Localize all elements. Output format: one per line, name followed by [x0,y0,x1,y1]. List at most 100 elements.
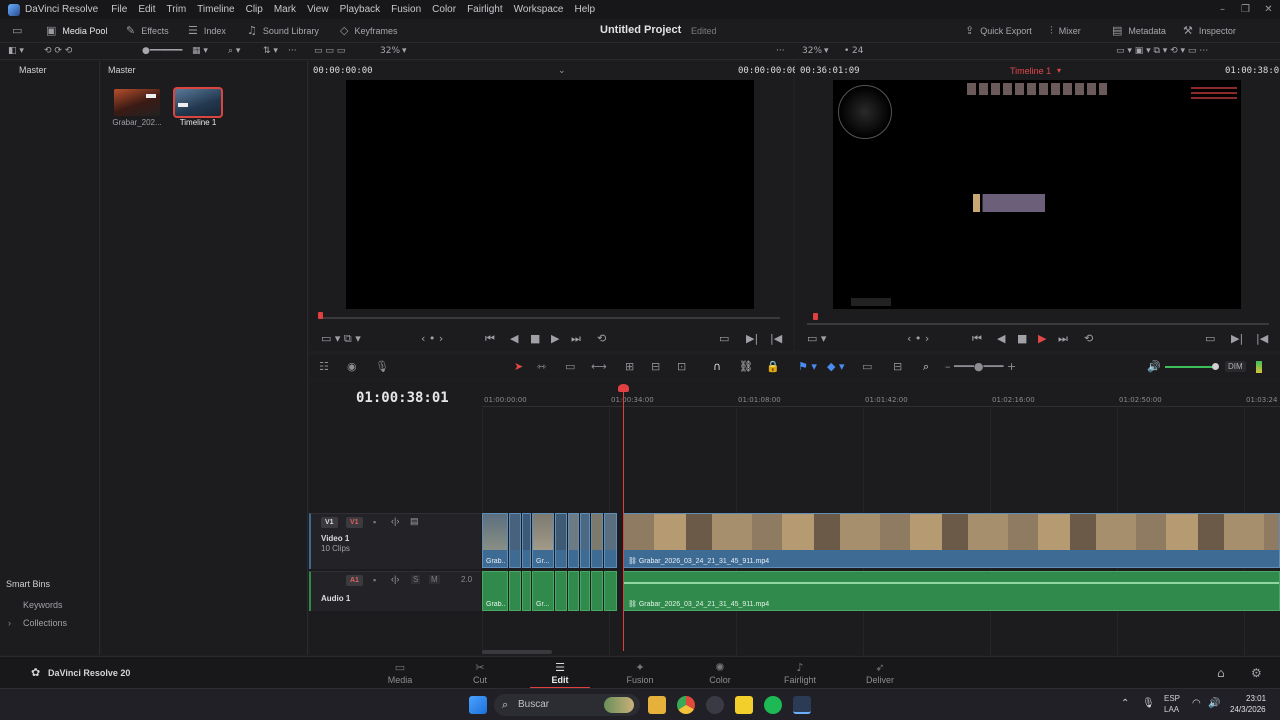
sync-icon[interactable]: ⟲ ⟳ ⟲ [44,46,72,56]
timeline-playhead[interactable] [618,384,629,651]
video-clip[interactable]: Gr... [532,513,554,568]
audio-clip[interactable] [604,571,617,611]
audio-clip-main[interactable]: ⛓ Grabar_2026_03_24_21_31_45_911.mp4 [623,571,1280,611]
wifi-icon[interactable]: ◠ [1192,698,1201,709]
timeline-scrubber[interactable] [807,323,1269,325]
next-edit-icon[interactable]: ▶| [746,332,758,345]
timeline-view-options-icon[interactable]: ☷ [319,360,329,373]
keyframes-button[interactable]: ◇ Keyframes [340,24,397,37]
chrome-icon[interactable] [677,696,695,714]
next-edit-icon[interactable]: ▶| [1231,332,1243,345]
overwrite-clip-icon[interactable]: ⊟ [651,360,660,373]
view-options-icon[interactable]: ▭ ▾ [807,332,826,345]
replace-clip-icon[interactable]: ⊡ [677,360,686,373]
page-edit[interactable]: ☰ Edit [530,661,590,689]
zoom-detail-icon[interactable]: ⊟ [893,360,902,373]
language-bottom[interactable]: LAA [1164,705,1179,714]
menu-timeline[interactable]: Timeline [197,4,234,15]
play-icon[interactable]: ▶ [1038,332,1046,345]
taskbar-search[interactable]: ⌕ Buscar [494,694,640,716]
viewer-mode-icon[interactable]: ▭ ▭ ▭ [314,46,345,56]
auto-select-icon[interactable]: ‹|› [391,574,399,584]
source-playhead-marker[interactable] [318,312,323,319]
microphone-icon[interactable]: 🎙 [1142,698,1155,709]
source-zoom[interactable]: 32% [380,46,400,56]
video-clip[interactable] [580,513,590,568]
more-icon[interactable]: ··· [776,46,785,56]
chevron-down-icon[interactable]: ▾ [1057,66,1061,75]
stop-icon[interactable]: ■ [530,332,540,345]
metadata-button[interactable]: ▤ Metadata [1112,24,1166,37]
audio-clip[interactable] [591,571,603,611]
video-clip[interactable] [604,513,617,568]
settings-gear-icon[interactable]: ⚙ [1251,666,1262,680]
workspace-toggle-button[interactable]: ▭ [12,24,28,37]
chevron-down-icon[interactable]: ▾ [824,46,829,56]
volume-icon[interactable]: 🔊 [1147,360,1161,373]
master-bin[interactable]: Master [19,65,47,75]
chevron-down-icon[interactable]: ⌄ [558,65,566,76]
davinci-taskbar-icon[interactable] [793,696,811,714]
menu-fusion[interactable]: Fusion [391,4,421,15]
clock-time[interactable]: 23:01 [1246,694,1266,703]
speaker-icon[interactable]: 🔊 [1208,698,1220,709]
page-deliver[interactable]: ➶ Deliver [850,661,910,685]
search-icon[interactable]: ⌕ ▾ [228,46,240,56]
audio-clip[interactable] [555,571,567,611]
marker-icon[interactable]: ◆ ▾ [827,360,844,373]
chevron-right-icon[interactable]: › [8,618,11,628]
playhead-handle[interactable] [618,384,629,392]
menu-view[interactable]: View [307,4,329,15]
dynamic-trim-icon[interactable]: ⟷ [591,360,607,373]
blade-tool-icon[interactable]: ▭ [565,360,575,373]
page-media[interactable]: ▭ Media [370,661,430,685]
dim-button[interactable]: DIM [1225,361,1246,372]
prev-edit-icon[interactable]: |◀ [770,332,782,345]
voiceover-icon[interactable]: 🎙 [375,360,389,373]
mute-button[interactable]: M [429,575,440,584]
menu-fairlight[interactable]: Fairlight [467,4,503,15]
spotify-icon[interactable] [764,696,782,714]
close-icon[interactable]: ✕ [1257,0,1280,19]
go-to-start-icon[interactable]: ⏮ [485,332,495,346]
clock-date[interactable]: 24/3/2026 [1230,705,1266,714]
menu-playback[interactable]: Playback [340,4,381,15]
audio-clip[interactable] [568,571,579,611]
zoom-slider[interactable]: – ━━━●━━━ + [945,360,1016,373]
clip-thumbnail[interactable] [114,89,160,116]
index-button[interactable]: ☰ Index [188,24,226,37]
slider-icon[interactable]: ●━━━━━━ [142,46,182,56]
view-options-icon[interactable]: ▭ ▾ ⧉ ▾ [321,332,361,346]
volume-slider[interactable] [1165,366,1215,368]
page-color[interactable]: ✺ Color [690,661,750,685]
auto-select-icon[interactable]: ‹|› [391,516,399,526]
jog-icon[interactable]: ‹ • › [421,332,443,345]
audio-clip[interactable] [509,571,521,611]
loop-icon[interactable]: ⟲ [597,332,606,345]
zoom-icon[interactable]: ⌕ [923,360,929,374]
smart-bin-collections[interactable]: Collections [23,618,67,628]
lock-icon[interactable]: 🔒 [766,360,780,373]
jog-icon[interactable]: ‹ • › [907,332,929,345]
timeline-viewer-screen[interactable] [833,80,1241,309]
page-fusion[interactable]: ✦ Fusion [610,661,670,685]
timeline-ruler[interactable]: 01:00:00:00 01:00:34:00 01:01:08:00 01:0… [482,385,1280,407]
menu-help[interactable]: Help [574,4,595,15]
page-fairlight[interactable]: ♪ Fairlight [770,661,830,685]
video-clip[interactable] [555,513,567,568]
timeline-playhead-marker[interactable] [813,313,818,320]
effects-button[interactable]: ✎ Effects [126,24,169,37]
timeline-scrollbar[interactable] [482,650,552,654]
go-to-end-icon[interactable]: ⏭ [571,332,581,346]
video-clip[interactable]: Grab... [482,513,508,568]
timeline-zoom[interactable]: 32% [802,46,822,56]
video-clip[interactable] [568,513,579,568]
home-icon[interactable]: ⌂ [1217,666,1225,680]
go-to-end-icon[interactable]: ⏭ [1058,332,1068,346]
menu-edit[interactable]: Edit [138,4,155,15]
menu-color[interactable]: Color [432,4,456,15]
dest-patch-v1[interactable]: V1 [346,517,363,528]
play-reverse-icon[interactable]: ◀ [997,332,1005,345]
sort-icon[interactable]: ⇅ ▾ [263,46,278,56]
video-clip[interactable] [522,513,531,568]
